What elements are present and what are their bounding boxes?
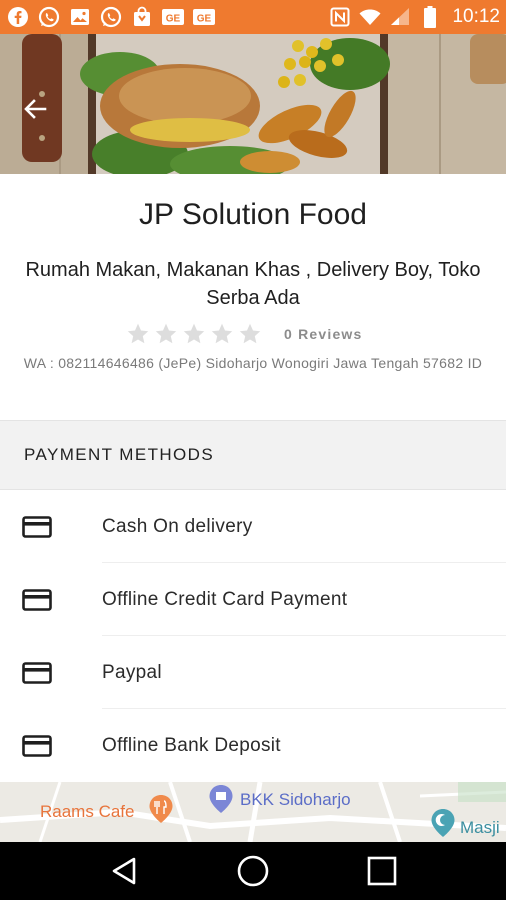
- shopping-bag-icon: [130, 5, 154, 29]
- ge-icon: GE: [161, 5, 185, 29]
- store-name: JP Solution Food: [139, 198, 367, 231]
- circle-home-icon: [237, 855, 269, 887]
- arrow-left-icon: [24, 99, 47, 119]
- payment-method-offline-bank-deposit[interactable]: Offline Bank Deposit: [0, 709, 506, 782]
- nav-recents-button[interactable]: [360, 849, 404, 893]
- payment-method-label: Offline Credit Card Payment: [102, 589, 348, 610]
- star-icon: [239, 323, 261, 344]
- star-rating[interactable]: [126, 322, 262, 346]
- status-bar: GE GE 10:12: [0, 0, 506, 34]
- whatsapp-icon: [99, 5, 123, 29]
- mosque-pin-icon[interactable]: [430, 808, 456, 838]
- credit-card-icon: [22, 589, 52, 611]
- star-icon: [211, 323, 233, 344]
- notification-icons: GE GE: [6, 5, 216, 29]
- store-info: JP Solution Food Rumah Makan, Makanan Kh…: [0, 174, 506, 420]
- payment-methods-list: Cash On delivery Offline Credit Card Pay…: [0, 490, 506, 782]
- store-categories: Rumah Makan, Makanan Khas , Delivery Boy…: [25, 259, 481, 309]
- facebook-icon: [6, 5, 30, 29]
- triangle-back-icon: [113, 857, 136, 885]
- nav-home-button[interactable]: [231, 849, 275, 893]
- nfc-icon: [328, 5, 352, 29]
- payment-method-label: Paypal: [102, 662, 162, 683]
- payment-method-label: Cash On delivery: [102, 516, 253, 537]
- clock: 10:12: [452, 6, 500, 27]
- back-button[interactable]: [18, 92, 52, 126]
- office-pin-icon[interactable]: [208, 784, 234, 814]
- credit-card-icon: [22, 662, 52, 684]
- nav-back-button[interactable]: [102, 849, 146, 893]
- credit-card-icon: [22, 516, 52, 538]
- restaurant-pin-icon[interactable]: [148, 794, 174, 824]
- ge-icon: GE: [192, 5, 216, 29]
- store-address: WA : 082114646486 (JePe) Sidoharjo Wonog…: [23, 355, 483, 371]
- ge-icon-label: GE: [166, 14, 181, 25]
- reviews-count[interactable]: 0 Reviews: [284, 326, 363, 342]
- square-recents-icon: [367, 856, 396, 886]
- signal-icon: [388, 5, 412, 29]
- payment-methods-header: PAYMENT METHODS: [0, 420, 506, 490]
- location-map[interactable]: Raams Cafe BKK Sidoharjo Masji: [0, 782, 506, 842]
- wifi-icon: [358, 5, 382, 29]
- payment-method-label: Offline Bank Deposit: [102, 735, 281, 756]
- system-icons: 10:12: [328, 5, 500, 29]
- map-place-label: Masji: [460, 818, 500, 837]
- system-navigation-bar: [0, 842, 506, 900]
- payment-method-paypal[interactable]: Paypal: [0, 636, 506, 709]
- map-place-label: BKK Sidoharjo: [240, 790, 351, 809]
- food-photo: [0, 34, 506, 174]
- battery-icon: [418, 5, 442, 29]
- ge-icon-label: GE: [197, 14, 212, 25]
- rating-row: 0 Reviews: [126, 322, 363, 346]
- whatsapp-icon: [37, 5, 61, 29]
- payment-methods-title: PAYMENT METHODS: [24, 445, 215, 464]
- payment-method-cash-on-delivery[interactable]: Cash On delivery: [0, 490, 506, 563]
- star-icon: [183, 323, 205, 344]
- star-icon: [155, 323, 177, 344]
- gallery-icon: [68, 5, 92, 29]
- store-cover-image: [0, 34, 506, 174]
- credit-card-icon: [22, 735, 52, 757]
- payment-method-offline-credit-card[interactable]: Offline Credit Card Payment: [0, 563, 506, 636]
- map-place-label: Raams Cafe: [40, 802, 135, 821]
- star-icon: [127, 323, 149, 344]
